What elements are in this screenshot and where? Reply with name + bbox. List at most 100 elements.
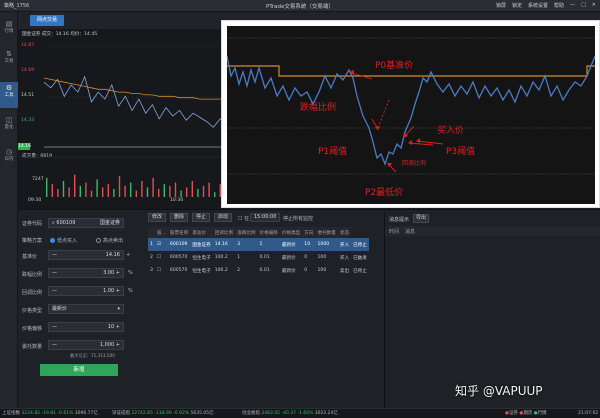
lock-button[interactable]: 锁定: [512, 2, 522, 9]
time-input[interactable]: 15:00:00: [250, 213, 280, 222]
radio-buy[interactable]: 低点买入: [50, 237, 77, 244]
table-cell: 恒生电子: [192, 268, 211, 274]
volume-bar: [118, 176, 121, 197]
sidebar-item-tool[interactable]: ⚙ 工具: [0, 82, 18, 108]
arrow-line: [417, 140, 444, 145]
volume-bar: [135, 190, 137, 197]
table-cell: 100: [317, 268, 327, 273]
message-panel: 消息提示 导出 时间 消息: [384, 212, 600, 409]
maximize-icon[interactable]: □: [581, 2, 586, 9]
column-header[interactable]: 价格偏移: [257, 227, 280, 238]
sz-index: 深证成指 12742.85 -118.90 -0.92% 5635.05亿: [112, 411, 214, 416]
table-cell: 0: [304, 268, 308, 273]
stop-button[interactable]: 停止: [192, 213, 211, 222]
volume-bar: [102, 187, 104, 197]
window-controls: 锁屏 锁定 系统设置 帮助 — □ ✕: [496, 2, 596, 9]
radio-sell[interactable]: 高点卖出: [96, 237, 123, 244]
table-cell: 买入: [339, 255, 350, 261]
minimize-icon[interactable]: —: [570, 2, 575, 9]
quantity-stepper[interactable]: —1,000 +: [48, 340, 124, 350]
volume-bar: [146, 187, 149, 197]
table-row[interactable]: 2 ☐ 600570 恒生电子 100.2 1 0.01 最新价 0 100 买入 已触发: [148, 251, 369, 264]
quote-icon: ▤: [5, 20, 13, 28]
export-button[interactable]: 导出: [413, 214, 429, 223]
delete-button[interactable]: 删除: [170, 213, 189, 222]
fall-ratio-stepper[interactable]: —3.00 +: [48, 268, 124, 278]
column-header[interactable]: 委托数量: [315, 227, 338, 238]
volume-bar: [62, 181, 65, 197]
table-cell: 1: [257, 238, 280, 251]
table-cell: 1: [237, 255, 241, 260]
table-cell: 10: [302, 238, 316, 251]
column-header[interactable]: [148, 227, 155, 238]
base-price-stepper[interactable]: —14.16: [48, 250, 124, 260]
inset-plot: [227, 37, 595, 175]
column-header[interactable]: 股票名称: [167, 227, 191, 238]
plus-icon[interactable]: +: [126, 252, 130, 258]
arrow-head: [375, 126, 380, 130]
column-header[interactable]: 方向: [302, 227, 316, 238]
price-type-select[interactable]: 最新价 ▾: [48, 304, 124, 314]
volume-bar: [46, 177, 48, 197]
table-row[interactable]: 1 ☑ 600109 国金证券 14.16 3 1 最新价 10 1000 买入 已停止: [148, 238, 369, 251]
settings-button[interactable]: 系统设置: [528, 2, 548, 9]
volume-bar: [124, 185, 126, 197]
volume-bar: [107, 184, 109, 197]
table-cell: 1: [148, 238, 155, 251]
label-rebound-ratio: 回调比例: [402, 160, 427, 167]
volume-bar: [51, 184, 53, 197]
table-header: 股... 股票名称 基准价 回调比例 涨跌比例 价格偏移 价格类型 方向 委托数量 状态: [148, 227, 369, 238]
column-header[interactable]: 状态: [337, 227, 352, 238]
row-checkbox[interactable]: ☐: [155, 264, 168, 277]
code-input[interactable]: ⌕ 600109 国金证券: [48, 218, 124, 228]
help-button[interactable]: 帮助: [554, 2, 564, 9]
table-cell: 100: [317, 255, 327, 260]
price-offset-stepper[interactable]: —10 +: [48, 322, 124, 332]
tool-icon: ⚙: [5, 84, 13, 92]
table-cell: 已触发: [353, 255, 367, 261]
column-header[interactable]: 价格类型: [279, 227, 303, 238]
label-p2: P2最低价: [365, 188, 404, 198]
edit-button[interactable]: 修改: [148, 213, 167, 222]
volume-bar: [180, 190, 182, 197]
table-cell: 100.2: [214, 268, 228, 273]
column-header[interactable]: 回调比例: [212, 227, 236, 238]
close-icon[interactable]: ✕: [592, 2, 596, 9]
sidebar-item-quant[interactable]: ◫ 量化: [0, 116, 18, 140]
price-line: [227, 55, 595, 166]
lock-screen-button[interactable]: 锁屏: [496, 2, 506, 9]
arrow-line: [376, 99, 390, 131]
table-cell: 1000: [315, 238, 338, 251]
add-button[interactable]: 新增: [40, 364, 118, 376]
column-header[interactable]: 股...: [154, 227, 168, 238]
table-cell: 3: [150, 268, 153, 273]
start-button[interactable]: 启动: [214, 213, 233, 222]
row-checkbox[interactable]: ☐: [155, 251, 168, 264]
table-row[interactable]: 3 ☐ 600570 恒生电子 100.2 2 0.01 最新价 0 100 卖出 已停止: [148, 264, 369, 277]
table-cell: 0.01: [259, 255, 270, 260]
volume-bar: [191, 181, 193, 197]
order-panel: 证券代码 ⌕ 600109 国金证券 策略方案 低点买入 高点卖出 基准价 —14…: [18, 209, 600, 409]
volume-bar: [90, 190, 93, 197]
stop-all-checkbox[interactable]: ☐ 在: [238, 215, 249, 222]
row-checkbox[interactable]: ☑: [154, 238, 168, 251]
sidebar-item-trade[interactable]: ⇅ 交易: [0, 50, 18, 74]
series-line: [43, 75, 227, 128]
cy-index: 创业板指 2483.05 -40.37 -1.60% 3022.24亿: [242, 411, 338, 416]
table-cell: 0.01: [259, 268, 270, 273]
arrow-line: [408, 142, 434, 146]
sidebar-item-intraday[interactable]: ◷ 日内: [0, 148, 18, 172]
volume-bar: [113, 189, 115, 197]
volume-bar: [169, 185, 171, 197]
sidebar-item-quote[interactable]: ▤ 行情: [0, 20, 18, 44]
column-header[interactable]: 涨跌比例: [235, 227, 258, 238]
table-cell: 100.2: [214, 255, 228, 260]
code-label: 证券代码: [22, 221, 43, 227]
tab-grid-trading[interactable]: 网点交易: [30, 15, 64, 26]
message-title: 消息提示: [389, 217, 410, 223]
volume-bar: [85, 182, 87, 197]
column-header[interactable]: 基准价: [190, 227, 213, 238]
rebound-ratio-stepper[interactable]: —1.00 +: [48, 286, 124, 296]
volume-bars: [46, 174, 221, 197]
clock: 21:07:02: [578, 411, 599, 416]
